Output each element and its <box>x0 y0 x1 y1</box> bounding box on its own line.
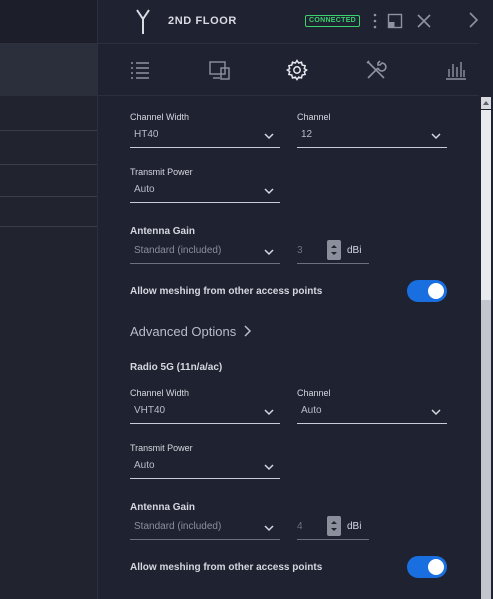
list-icon[interactable] <box>128 58 152 82</box>
device-name: 2ND FLOOR <box>168 15 237 27</box>
settings-icon[interactable] <box>285 58 309 82</box>
transmit-power-label: Transmit Power <box>130 167 193 177</box>
chevron-down-icon <box>431 133 441 140</box>
channel-value: 12 <box>301 129 313 140</box>
device-properties-panel: 2ND FLOOR CONNECTED Channel Width HT40 C… <box>97 0 480 599</box>
antenna-gain-label: Antenna Gain <box>130 226 196 237</box>
channel-width-select[interactable]: HT40 <box>130 124 280 148</box>
chevron-down-icon <box>264 249 274 256</box>
antenna-gain-5g-value: Standard (included) <box>134 521 222 532</box>
toggle-knob <box>428 283 444 299</box>
antenna-gain-5g-number-value: 4 <box>297 521 303 532</box>
antenna-gain-unit: dBi <box>347 245 362 256</box>
chevron-down-icon <box>264 133 274 140</box>
channel-select[interactable]: 12 <box>297 124 447 148</box>
antenna-gain-select[interactable]: Standard (included) <box>130 240 280 264</box>
status-badge: CONNECTED <box>305 15 361 27</box>
settings-content: Channel Width HT40 Channel 12 Transmit P… <box>98 96 480 599</box>
chevron-right-icon <box>244 325 251 337</box>
channel-width-value: HT40 <box>134 129 159 140</box>
toggle-knob <box>428 559 444 575</box>
devices-icon[interactable] <box>208 58 232 82</box>
stepper-icon[interactable] <box>327 516 341 536</box>
background-list-header <box>0 0 97 44</box>
background-row-divider <box>0 164 97 165</box>
antenna-gain-5g-unit: dBi <box>347 521 362 532</box>
antenna-gain-value: Standard (included) <box>134 245 222 256</box>
window-icon[interactable] <box>386 12 404 30</box>
more-icon[interactable] <box>366 12 384 30</box>
channel-width-label: Channel Width <box>130 112 190 122</box>
device-icon <box>136 9 150 34</box>
channel-5g-value: Auto <box>301 405 322 416</box>
meshing-toggle[interactable] <box>407 280 447 302</box>
transmit-power-5g-select[interactable]: Auto <box>130 455 280 479</box>
channel-width-5g-select[interactable]: VHT40 <box>130 400 280 424</box>
advanced-options-label: Advanced Options <box>130 324 237 339</box>
antenna-gain-5g-number[interactable]: 4 dBi <box>297 516 369 540</box>
background-row-divider <box>0 226 97 227</box>
antenna-gain-number-value: 3 <box>297 245 303 256</box>
channel-label: Channel <box>297 112 331 122</box>
close-icon[interactable] <box>415 12 433 30</box>
chevron-down-icon <box>431 409 441 416</box>
chevron-down-icon <box>264 525 274 532</box>
transmit-power-label: Transmit Power <box>130 443 193 453</box>
radio-5g-title: Radio 5G (11n/a/ac) <box>130 362 223 373</box>
antenna-gain-5g-select[interactable]: Standard (included) <box>130 516 280 540</box>
stats-icon[interactable] <box>444 58 468 82</box>
meshing-label: Allow meshing from other access points <box>130 562 323 573</box>
transmit-power-value: Auto <box>134 184 155 195</box>
advanced-options-link[interactable]: Advanced Options <box>130 324 251 339</box>
panel-header: 2ND FLOOR CONNECTED <box>98 0 480 44</box>
background-list-band <box>0 44 97 96</box>
scrollbar-thumb[interactable] <box>481 300 491 599</box>
antenna-gain-label: Antenna Gain <box>130 502 196 513</box>
scroll-up-arrow-icon[interactable] <box>481 97 491 109</box>
panel-tabs <box>98 44 480 96</box>
channel-width-5g-value: VHT40 <box>134 405 166 416</box>
transmit-power-5g-value: Auto <box>134 460 155 471</box>
background-row-divider <box>0 196 97 197</box>
chevron-down-icon <box>264 464 274 471</box>
channel-5g-select[interactable]: Auto <box>297 400 447 424</box>
chevron-down-icon <box>264 188 274 195</box>
stepper-icon[interactable] <box>327 240 341 260</box>
meshing-5g-toggle[interactable] <box>407 556 447 578</box>
channel-label: Channel <box>297 388 331 398</box>
antenna-gain-number[interactable]: 3 dBi <box>297 240 369 264</box>
transmit-power-select[interactable]: Auto <box>130 179 280 203</box>
background-row-divider <box>0 130 97 131</box>
chevron-down-icon <box>264 409 274 416</box>
meshing-label: Allow meshing from other access points <box>130 286 323 297</box>
tools-icon[interactable] <box>364 58 388 82</box>
channel-width-label: Channel Width <box>130 388 190 398</box>
